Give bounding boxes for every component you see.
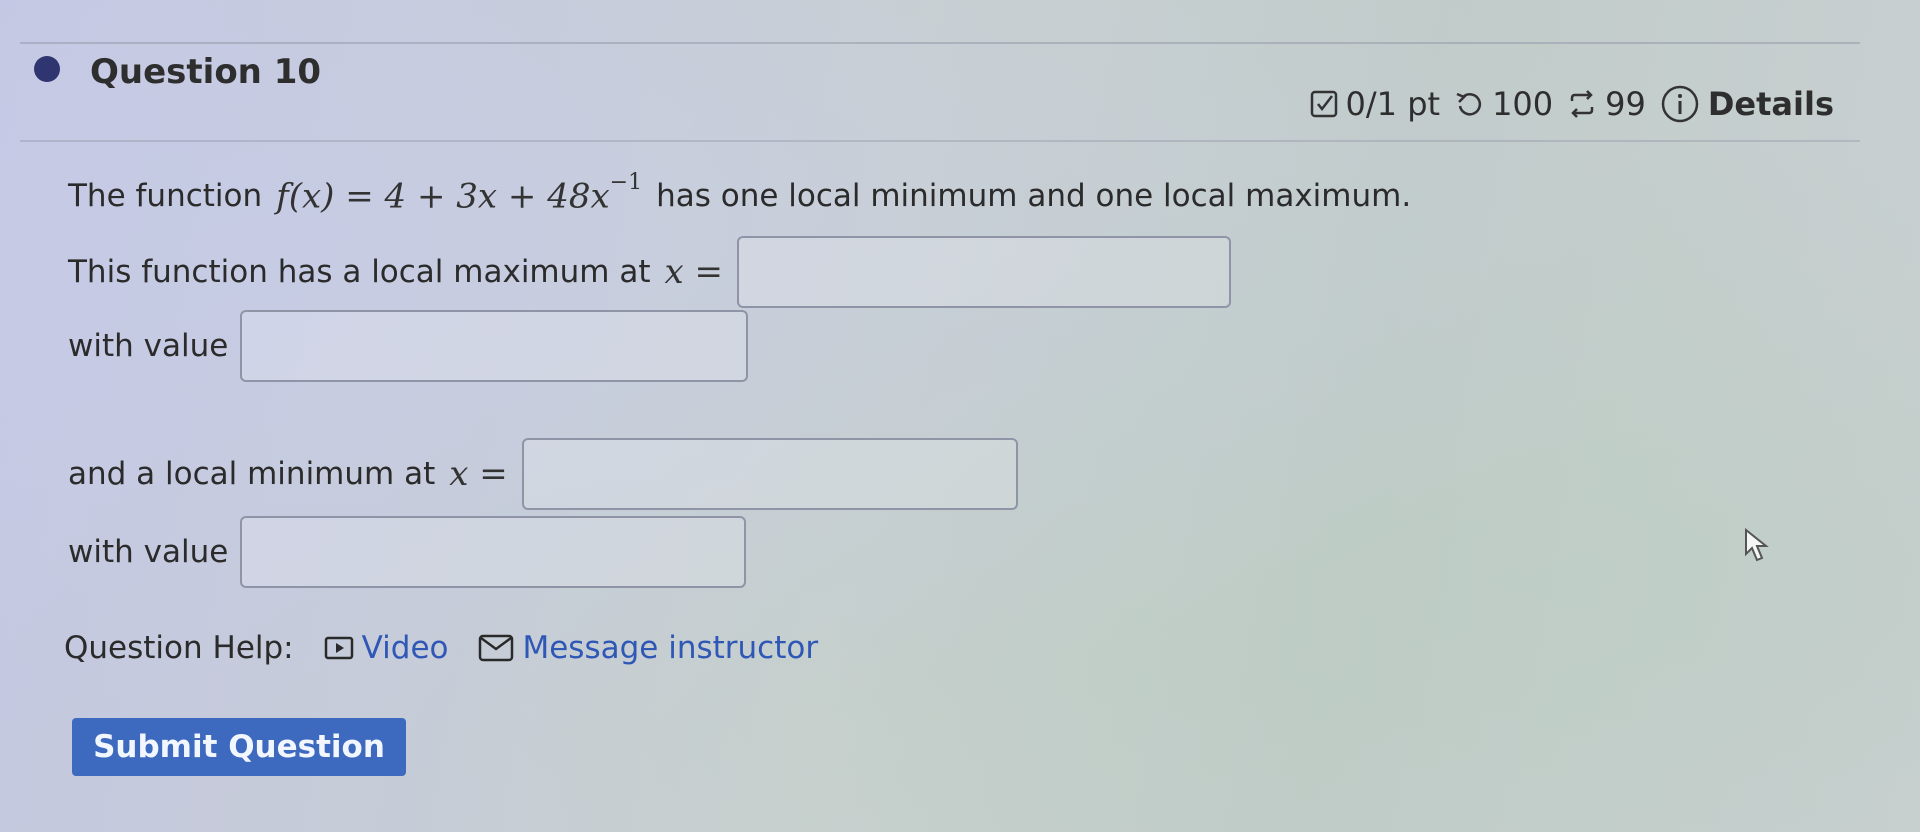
min-value-row: with value [68, 516, 747, 588]
message-instructor-link[interactable]: Message instructor [478, 630, 818, 666]
top-divider [20, 42, 1860, 44]
attempts-indicator: 99 [1567, 85, 1646, 123]
details-label[interactable]: Details [1708, 85, 1834, 123]
question-panel: Question 10 0/1 pt 100 99 Details The fu… [0, 0, 1920, 832]
min-value-label: with value [68, 534, 229, 570]
min-prompt: and a local minimum at [68, 456, 436, 492]
intro-suffix: has one local minimum and one local maxi… [656, 178, 1412, 215]
min-x-input[interactable] [521, 438, 1018, 510]
retries-count: 100 [1492, 85, 1554, 123]
problem-statement: The function f(x) = 4 + 3x + 48x−1 has o… [68, 170, 1412, 217]
mail-icon[interactable] [478, 634, 514, 662]
video-label[interactable]: Video [362, 630, 449, 666]
function-expr-text: f(x) = 4 + 3x + 48x [276, 176, 610, 217]
details-toggle[interactable]: Details [1660, 84, 1834, 124]
message-label[interactable]: Message instructor [522, 630, 818, 666]
max-x-row: This function has a local maximum at x = [68, 236, 1231, 308]
max-x-equals: x = [664, 252, 723, 292]
retries-indicator: 100 [1454, 85, 1553, 123]
header-divider [20, 140, 1860, 142]
question-meta: 0/1 pt 100 99 Details [1310, 84, 1834, 124]
question-bullet-icon [34, 56, 60, 82]
info-icon[interactable] [1660, 84, 1700, 124]
attempts-count: 99 [1605, 85, 1646, 123]
question-help: Question Help: Video Message instructor [64, 630, 818, 666]
repeat-icon [1570, 90, 1594, 118]
score-indicator: 0/1 pt [1310, 85, 1441, 123]
max-x-input[interactable] [736, 236, 1231, 308]
max-value-label: with value [68, 328, 229, 364]
intro-prefix: The function [68, 178, 263, 215]
function-exponent: −1 [609, 170, 643, 195]
score-text: 0/1 pt [1345, 85, 1441, 123]
min-value-input[interactable] [240, 516, 747, 588]
pointer-cursor-icon [1745, 528, 1769, 562]
video-link[interactable]: Video [324, 630, 449, 666]
max-value-input[interactable] [240, 310, 749, 382]
help-label: Question Help: [64, 630, 294, 666]
min-x-equals: x = [449, 454, 508, 494]
function-expression: f(x) = 4 + 3x + 48x−1 [276, 170, 642, 217]
question-title: Question 10 [90, 52, 322, 92]
checkbox-icon [1310, 90, 1337, 118]
max-value-row: with value [68, 310, 749, 382]
undo-icon [1456, 92, 1482, 116]
play-icon[interactable] [324, 636, 354, 660]
submit-question-button[interactable]: Submit Question [72, 718, 406, 776]
max-prompt: This function has a local maximum at [68, 254, 651, 290]
min-x-row: and a local minimum at x = [68, 438, 1018, 510]
